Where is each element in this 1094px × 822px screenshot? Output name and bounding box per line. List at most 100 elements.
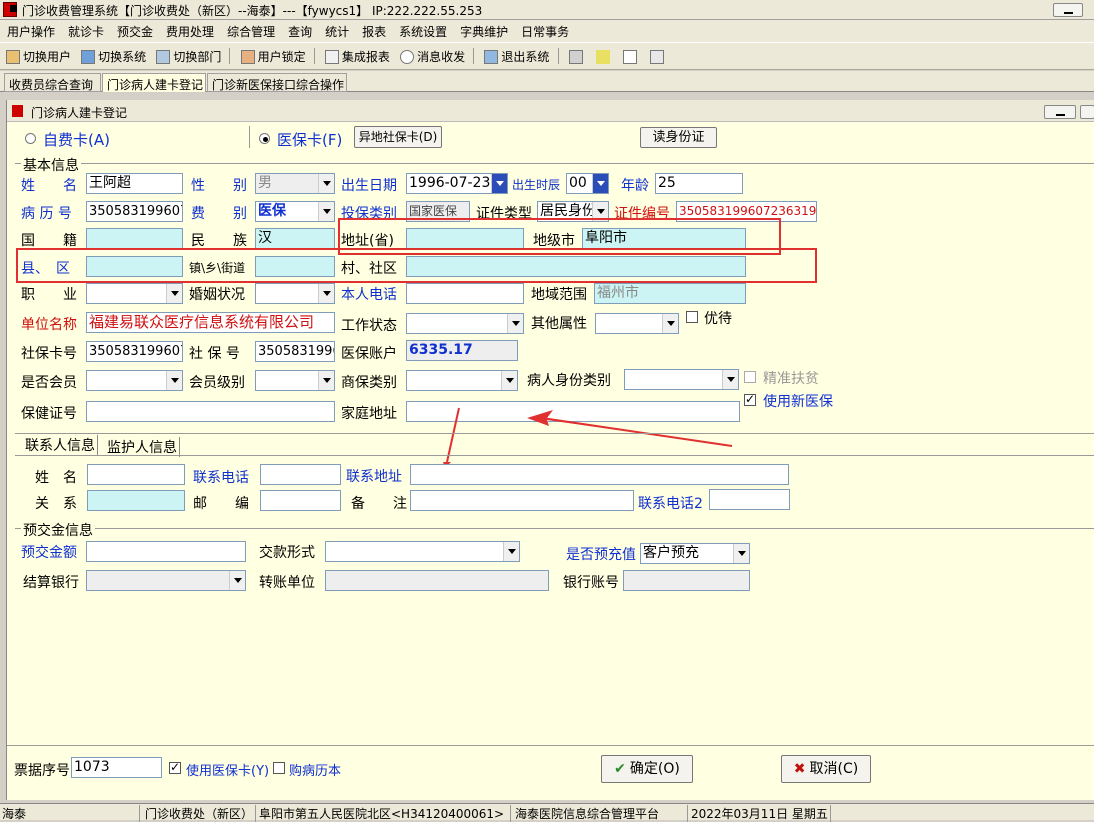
menu-daily[interactable]: 日常事务 — [521, 23, 569, 40]
birth-hour-select[interactable]: 00 — [566, 173, 609, 194]
contact-phone2-input[interactable] — [709, 489, 790, 510]
job-select[interactable] — [86, 283, 183, 304]
status-hospital-code: 阜阳市第五人民医院北区<H34120400061> — [257, 805, 511, 822]
menu-visit-card[interactable]: 就诊卡 — [68, 23, 104, 40]
edit-tool-button[interactable] — [568, 50, 586, 64]
bank-account-input[interactable] — [623, 570, 750, 591]
youdai-label: 优待 — [704, 311, 732, 327]
deposit-amount-input[interactable] — [86, 541, 246, 562]
users-icon — [6, 50, 20, 64]
contact-address-input[interactable] — [410, 464, 789, 485]
message-button[interactable]: 消息收发 — [400, 48, 465, 65]
menu-settings[interactable]: 系统设置 — [399, 23, 447, 40]
age-input[interactable]: 25 — [655, 173, 743, 194]
region-input[interactable]: 福州市 — [594, 283, 746, 304]
company-label: 单位名称 — [21, 317, 77, 333]
ss-card-input[interactable]: 35058319960723 — [86, 341, 183, 362]
chevron-down-icon — [318, 284, 334, 303]
work-status-select[interactable] — [406, 313, 524, 334]
name-label: 姓 名 — [21, 178, 77, 194]
ethnic-input[interactable]: 汉 — [255, 228, 335, 249]
tab-new-insurance[interactable]: 门诊新医保接口综合操作 — [207, 73, 347, 92]
switch-dept-button[interactable]: 切换部门 — [156, 48, 221, 65]
commercial-ins-label: 商保类别 — [341, 375, 397, 391]
dialog-restore-button[interactable] — [1080, 105, 1094, 119]
payment-method-select[interactable] — [325, 541, 520, 562]
exit-system-button[interactable]: 退出系统 — [484, 48, 549, 65]
note-input[interactable] — [410, 490, 634, 511]
read-id-card-button[interactable]: 读身份证 — [640, 127, 717, 148]
switch-system-button[interactable]: 切换系统 — [81, 48, 146, 65]
health-cert-label: 保健证号 — [21, 406, 77, 422]
transfer-unit-input[interactable] — [325, 570, 549, 591]
remote-ss-card-button[interactable]: 异地社保卡(D) — [354, 126, 442, 148]
tab-guardian-info[interactable]: 监护人信息 — [105, 437, 180, 457]
buy-record-book-checkbox[interactable] — [273, 762, 285, 774]
cancel-button[interactable]: ✖ 取消(C) — [781, 755, 871, 783]
poverty-checkbox[interactable] — [744, 371, 756, 383]
menu-user-ops[interactable]: 用户操作 — [7, 23, 55, 40]
contact-phone-input[interactable] — [260, 464, 341, 485]
fee-select[interactable]: 医保 — [255, 201, 335, 222]
marital-select[interactable] — [255, 283, 335, 304]
self-pay-label[interactable]: 自费卡(A) — [43, 129, 110, 150]
window-titlebar: 门诊收费管理系统【门诊收费处（新区）--海泰】---【fywycs1】 IP:2… — [0, 0, 1094, 20]
job-label: 职 业 — [21, 287, 77, 303]
yen-tool-button[interactable] — [595, 50, 613, 64]
use-insurance-card-checkbox[interactable] — [169, 760, 181, 774]
ss-number-input[interactable]: 35058319960723 — [255, 341, 335, 362]
tab-cashier-query[interactable]: 收费员综合查询 — [4, 73, 101, 92]
self-pay-radio[interactable] — [25, 133, 36, 144]
other-attr-select[interactable] — [595, 313, 679, 334]
department-icon — [156, 50, 171, 64]
menu-deposit[interactable]: 预交金 — [117, 23, 153, 40]
name-input[interactable]: 王阿超 — [86, 173, 183, 194]
settlement-bank-select[interactable] — [86, 570, 246, 591]
menu-query[interactable]: 查询 — [288, 23, 312, 40]
toolbar-separator — [313, 48, 315, 64]
dialog-title: 门诊病人建卡登记 — [31, 106, 128, 120]
member-level-select[interactable] — [255, 370, 335, 391]
checkmark-icon: ✔ — [614, 761, 626, 777]
integrated-report-button[interactable]: 集成报表 — [324, 48, 390, 65]
relation-input[interactable] — [87, 490, 185, 511]
dialog-minimize-button[interactable] — [1044, 105, 1076, 119]
menu-manage[interactable]: 综合管理 — [227, 23, 275, 40]
nationality-input[interactable] — [86, 228, 183, 249]
precharge-select[interactable]: 客户预充 — [640, 543, 750, 564]
gender-select[interactable]: 男 — [255, 173, 335, 194]
lock-user-button[interactable]: 用户锁定 — [240, 48, 306, 65]
window-tool-button[interactable] — [622, 50, 640, 64]
chevron-down-icon — [229, 571, 245, 590]
chevron-down-icon — [491, 174, 507, 193]
member-select[interactable] — [86, 370, 183, 391]
tab-card-registration[interactable]: 门诊病人建卡登记 — [102, 73, 206, 92]
menu-stats[interactable]: 统计 — [325, 23, 349, 40]
postcode-input[interactable] — [260, 490, 341, 511]
company-input[interactable]: 福建易联众医疗信息系统有限公司 — [86, 312, 335, 333]
health-cert-input[interactable] — [86, 401, 335, 422]
new-insurance-checkbox[interactable] — [744, 392, 756, 406]
confirm-button[interactable]: ✔ 确定(O) — [601, 755, 693, 783]
phone-input[interactable] — [406, 283, 524, 304]
receipt-no-input[interactable]: 1073 — [71, 757, 162, 778]
basic-info-group — [15, 163, 1094, 164]
switch-user-button[interactable]: 切换用户 — [6, 48, 71, 65]
youdai-checkbox[interactable] — [686, 311, 698, 323]
minimize-button[interactable] — [1053, 3, 1083, 17]
dob-picker[interactable]: 1996-07-23 — [406, 173, 508, 194]
contact-name-input[interactable] — [87, 464, 185, 485]
patient-identity-select[interactable] — [624, 369, 739, 390]
commercial-ins-select[interactable] — [406, 370, 518, 391]
contact-divider — [15, 433, 1094, 434]
menu-report[interactable]: 报表 — [362, 23, 386, 40]
insurance-card-label[interactable]: 医保卡(F) — [277, 129, 342, 150]
tab-contact-info[interactable]: 联系人信息 — [23, 435, 98, 455]
insurance-card-radio[interactable] — [259, 133, 270, 144]
chevron-down-icon — [318, 174, 334, 193]
record-input[interactable]: 35058319960723 — [86, 201, 183, 222]
chevron-down-icon — [501, 371, 517, 390]
menu-fee[interactable]: 费用处理 — [166, 23, 214, 40]
menu-dictionary[interactable]: 字典维护 — [460, 23, 508, 40]
calculator-tool-button[interactable] — [650, 50, 667, 64]
